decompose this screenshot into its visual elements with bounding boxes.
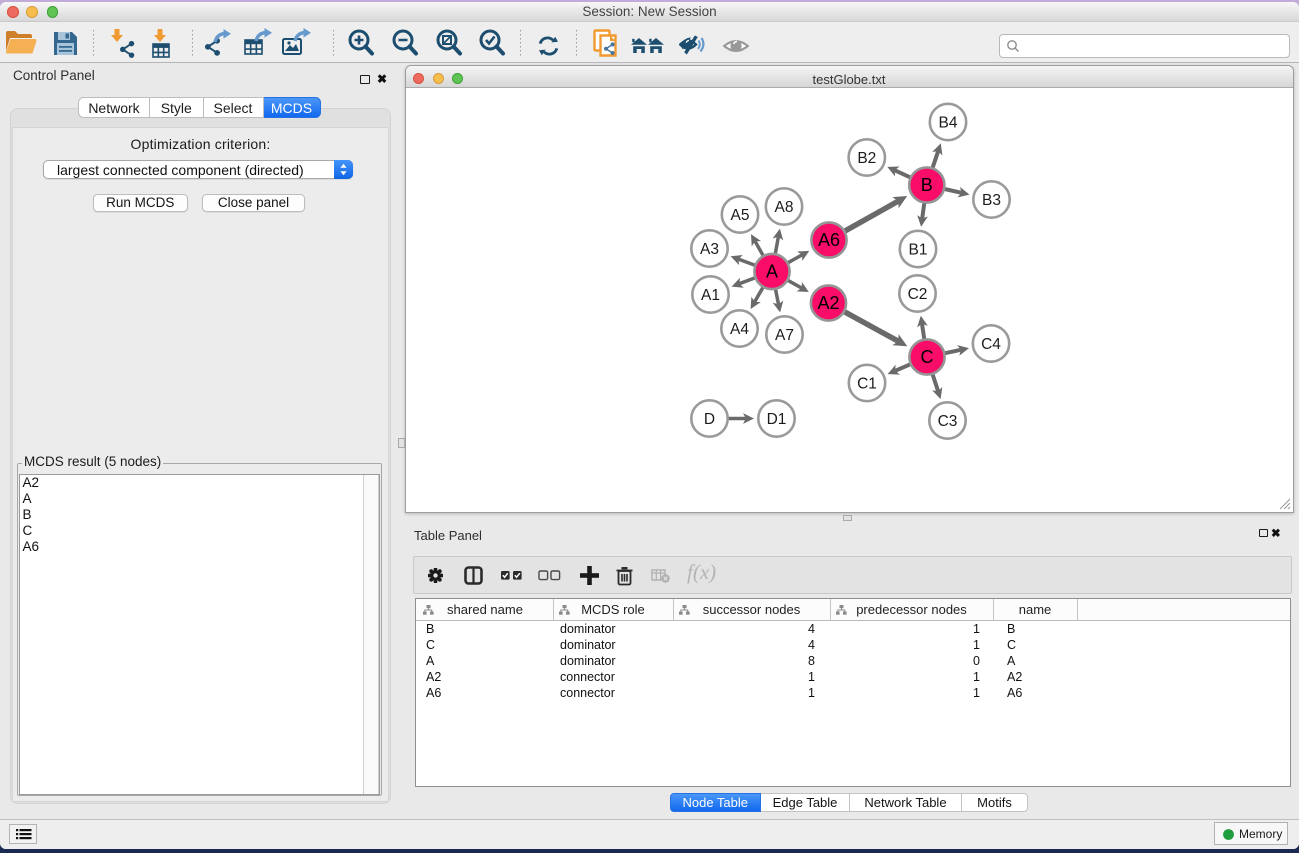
svg-text:D: D [704, 411, 715, 428]
svg-text:C1: C1 [857, 375, 877, 392]
svg-text:A: A [766, 262, 778, 282]
svg-text:B: B [921, 175, 933, 195]
svg-text:D1: D1 [767, 411, 787, 428]
svg-text:A5: A5 [731, 207, 750, 224]
svg-text:A8: A8 [775, 199, 794, 216]
svg-text:A7: A7 [775, 327, 794, 344]
svg-text:A4: A4 [730, 321, 749, 338]
svg-text:C2: C2 [908, 286, 928, 303]
svg-text:B4: B4 [939, 114, 958, 131]
svg-text:A3: A3 [700, 241, 719, 258]
svg-text:B2: B2 [857, 150, 876, 167]
svg-text:A6: A6 [818, 230, 840, 250]
svg-text:A1: A1 [701, 287, 720, 304]
svg-text:A2: A2 [817, 293, 839, 313]
svg-text:B1: B1 [909, 241, 928, 258]
svg-text:C: C [921, 347, 934, 367]
svg-text:B3: B3 [982, 192, 1001, 209]
svg-text:C3: C3 [938, 413, 958, 430]
svg-text:C4: C4 [981, 336, 1001, 353]
